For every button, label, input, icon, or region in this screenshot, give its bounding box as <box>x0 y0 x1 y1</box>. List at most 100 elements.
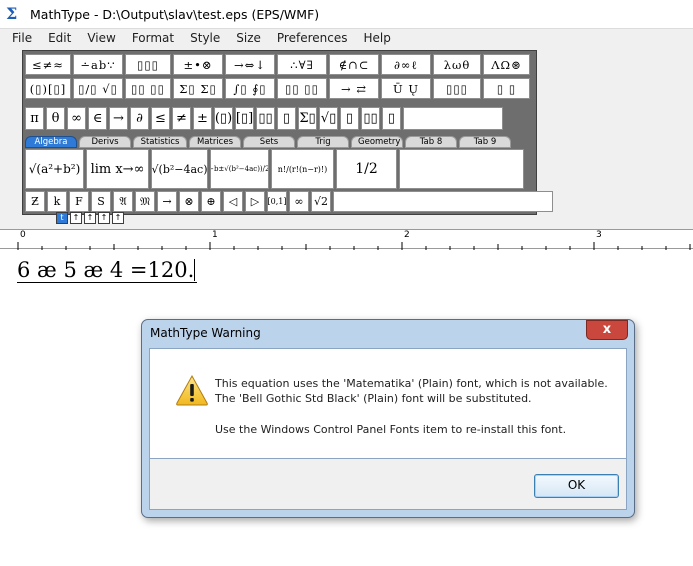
less-equal-button[interactable]: ≤ <box>151 107 170 130</box>
symbol-right-triangle-button[interactable]: ▷ <box>245 191 265 212</box>
matrices-palette-button[interactable]: ▯▯▯ <box>433 78 481 99</box>
size-subsub-button[interactable]: ↑ <box>84 212 96 224</box>
infinity-button[interactable]: ∞ <box>67 107 86 130</box>
boxes-palette-button[interactable]: ▯ ▯ <box>483 78 530 99</box>
subsup-button[interactable]: ▯ <box>382 107 401 130</box>
equation[interactable]: 6 æ 5 æ 4 =120. <box>17 258 198 283</box>
tab-8[interactable]: Tab 8 <box>405 136 457 148</box>
tab-matrices[interactable]: Matrices <box>189 136 241 148</box>
size-sub-button[interactable]: ↑ <box>70 212 82 224</box>
size-full-button[interactable]: t <box>56 212 68 224</box>
ruler-label-3: 3 <box>596 230 602 240</box>
summation-button[interactable]: Σ▯ <box>298 107 317 130</box>
text-caret <box>194 259 196 281</box>
equation-text: 6 æ 5 æ 4 =120. <box>17 258 195 282</box>
bars-palette-button[interactable]: ▯▯ ▯▯ <box>277 78 327 99</box>
symbol-f-button[interactable]: F <box>69 191 89 212</box>
theta-button[interactable]: θ <box>46 107 65 130</box>
menu-bar: File Edit View Format Style Size Prefere… <box>0 28 693 46</box>
window-title: MathType - D:\Output\slav\test.eps (EPS/… <box>30 6 320 22</box>
menu-preferences[interactable]: Preferences <box>269 31 356 45</box>
menu-size[interactable]: Size <box>228 31 269 45</box>
symbol-s-button[interactable]: S <box>91 191 111 212</box>
sums-palette-button[interactable]: Σ▯ Σ▯ <box>173 78 223 99</box>
symbol-fraktur-a-button[interactable]: 𝔄 <box>113 191 133 212</box>
sets-palette-button[interactable]: ∉∩⊂ <box>329 54 379 75</box>
embellishments-palette-button[interactable]: ▯▯▯ <box>125 54 171 75</box>
greek-lower-palette-button[interactable]: λωθ <box>433 54 481 75</box>
menu-style[interactable]: Style <box>182 31 228 45</box>
products-palette-button[interactable]: Ū Ų <box>381 78 431 99</box>
symbol-otimes-button[interactable]: ⊗ <box>179 191 199 212</box>
ruler-label-1: 1 <box>212 230 218 240</box>
relations-palette-button[interactable]: ≤≠≈ <box>25 54 71 75</box>
palette-row-2: (▯)[▯] ▯/▯ √▯ ▯▯ ▯▯ Σ▯ Σ▯ ∫▯ ∮▯ ▯▯ ▯▯ → … <box>25 78 530 99</box>
ok-button[interactable]: OK <box>534 474 619 498</box>
tab-geometry[interactable]: Geometry <box>351 136 403 148</box>
template-combination[interactable]: n!/(r!(n−r)!) <box>271 149 334 189</box>
menu-edit[interactable]: Edit <box>40 31 79 45</box>
template-pythagoras[interactable]: √(a²+b²) <box>25 149 84 189</box>
tab-derivs[interactable]: Derivs <box>79 136 131 148</box>
element-of-button[interactable]: ∈ <box>88 107 107 130</box>
template-one-half[interactable]: 1/2 <box>336 149 397 189</box>
square-root-button[interactable]: √▯ <box>319 107 338 130</box>
template-empty-slot <box>399 149 524 189</box>
plus-minus-button[interactable]: ± <box>193 107 212 130</box>
arrows-palette-button[interactable]: →⇔↓ <box>225 54 275 75</box>
arrow-button[interactable]: → <box>109 107 128 130</box>
tab-algebra[interactable]: Algebra <box>25 136 77 148</box>
symbol-k-button[interactable]: k <box>47 191 67 212</box>
menu-view[interactable]: View <box>79 31 123 45</box>
dialog-footer: OK <box>149 459 627 510</box>
tab-9[interactable]: Tab 9 <box>459 136 511 148</box>
brackets-button[interactable]: [▯] <box>235 107 254 130</box>
symbol-infinity-button[interactable]: ∞ <box>289 191 309 212</box>
symbol-sqrt2-button[interactable]: √2 <box>311 191 331 212</box>
tab-sets[interactable]: Sets <box>243 136 295 148</box>
symbol-left-triangle-button[interactable]: ◁ <box>223 191 243 212</box>
symbol-fraktur-m-button[interactable]: 𝔐 <box>135 191 155 212</box>
size-symbol-button[interactable]: ↑ <box>98 212 110 224</box>
scripts-palette-button[interactable]: ▯▯ ▯▯ <box>125 78 171 99</box>
symbol-interval-button[interactable]: [0,1] <box>267 191 287 212</box>
dialog-body: This equation uses the 'Matematika' (Pla… <box>149 348 627 459</box>
tab-trig[interactable]: Trig <box>297 136 349 148</box>
ruler-label-0: 0 <box>20 230 26 240</box>
close-button[interactable]: x <box>586 320 628 340</box>
misc-palette-button[interactable]: ∂∞ℓ <box>381 54 431 75</box>
symbol-oplus-button[interactable]: ⊕ <box>201 191 221 212</box>
integrals-palette-button[interactable]: ∫▯ ∮▯ <box>225 78 275 99</box>
palette-row-1: ≤≠≈ ∸ab∵ ▯▯▯ ±•⊗ →⇔↓ ∴∀∃ ∉∩⊂ ∂∞ℓ λωθ ΛΩ⊛ <box>25 54 530 75</box>
template-discriminant[interactable]: √(b²−4ac) <box>151 149 208 189</box>
superscript-button[interactable]: ▯▯ <box>361 107 380 130</box>
labeled-arrows-palette-button[interactable]: → ⇄ <box>329 78 379 99</box>
template-row: √(a²+b²) lim x→∞ √(b²−4ac) (−b±√(b²−4ac)… <box>25 149 524 189</box>
spaces-palette-button[interactable]: ∸ab∵ <box>73 54 123 75</box>
tab-statistics[interactable]: Statistics <box>133 136 187 148</box>
partial-button[interactable]: ∂ <box>130 107 149 130</box>
template-limit[interactable]: lim x→∞ <box>86 149 149 189</box>
operators-palette-button[interactable]: ±•⊗ <box>173 54 223 75</box>
menu-format[interactable]: Format <box>124 31 182 45</box>
symbol-palette: ≤≠≈ ∸ab∵ ▯▯▯ ±•⊗ →⇔↓ ∴∀∃ ∉∩⊂ ∂∞ℓ λωθ ΛΩ⊛… <box>22 50 553 215</box>
toolbar-area: ≤≠≈ ∸ab∵ ▯▯▯ ±•⊗ →⇔↓ ∴∀∃ ∉∩⊂ ∂∞ℓ λωθ ΛΩ⊛… <box>0 46 693 230</box>
logic-palette-button[interactable]: ∴∀∃ <box>277 54 327 75</box>
size-subsymbol-button[interactable]: ↑ <box>112 212 124 224</box>
menu-file[interactable]: File <box>4 31 40 45</box>
template-quadratic-formula[interactable]: (−b±√(b²−4ac))/2a <box>210 149 269 189</box>
fraction-button[interactable]: ▯▯ <box>256 107 275 130</box>
fences-palette-button[interactable]: (▯)[▯] <box>25 78 71 99</box>
parentheses-button[interactable]: (▯) <box>214 107 233 130</box>
ruler[interactable]: 0 1 2 3 <box>0 229 693 250</box>
fractions-palette-button[interactable]: ▯/▯ √▯ <box>73 78 123 99</box>
symbol-z-button[interactable]: Ƶ <box>25 191 45 212</box>
subscript-button[interactable]: ▯ <box>340 107 359 130</box>
greek-upper-palette-button[interactable]: ΛΩ⊛ <box>483 54 530 75</box>
not-equal-button[interactable]: ≠ <box>172 107 191 130</box>
menu-help[interactable]: Help <box>355 31 398 45</box>
pi-button[interactable]: π <box>25 107 44 130</box>
symbol-arrow-button[interactable]: → <box>157 191 177 212</box>
stacked-button[interactable]: ▯ <box>277 107 296 130</box>
dialog-title: MathType Warning <box>150 326 261 340</box>
